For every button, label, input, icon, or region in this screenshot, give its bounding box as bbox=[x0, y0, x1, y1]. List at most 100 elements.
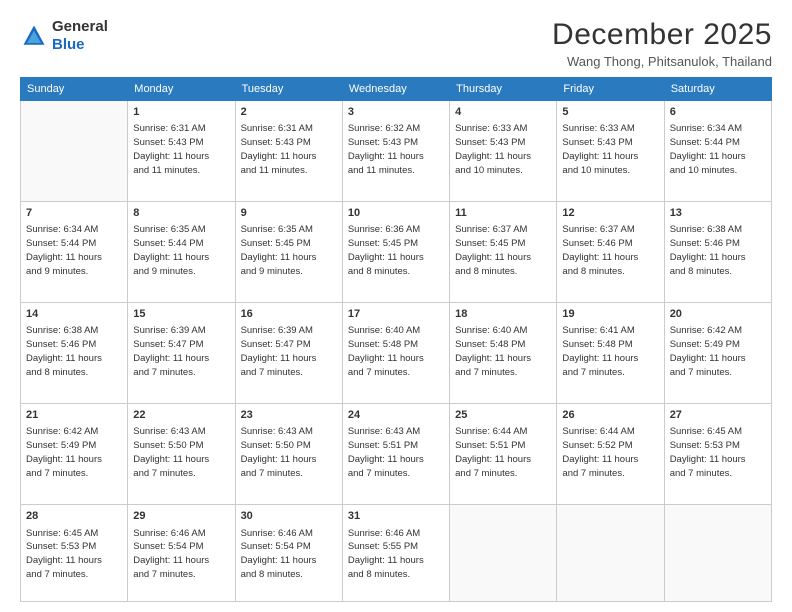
cell-text: Sunrise: 6:32 AMSunset: 5:43 PMDaylight:… bbox=[348, 122, 444, 177]
table-row: 9 Sunrise: 6:35 AMSunset: 5:45 PMDaylight… bbox=[235, 202, 342, 303]
day-number: 28 bbox=[26, 509, 122, 524]
day-number: 24 bbox=[348, 408, 444, 423]
day-number: 6 bbox=[670, 105, 766, 120]
table-row: 7 Sunrise: 6:34 AMSunset: 5:44 PMDaylight… bbox=[21, 202, 128, 303]
cell-text: Sunrise: 6:33 AMSunset: 5:43 PMDaylight:… bbox=[562, 122, 658, 177]
table-row: 12 Sunrise: 6:37 AMSunset: 5:46 PMDayligh… bbox=[557, 202, 664, 303]
day-number: 8 bbox=[133, 206, 229, 221]
cell-text: Sunrise: 6:42 AMSunset: 5:49 PMDaylight:… bbox=[26, 425, 122, 480]
col-friday: Friday bbox=[557, 78, 664, 101]
table-row bbox=[557, 505, 664, 602]
day-number: 26 bbox=[562, 408, 658, 423]
cell-text: Sunrise: 6:31 AMSunset: 5:43 PMDaylight:… bbox=[133, 122, 229, 177]
cell-text: Sunrise: 6:43 AMSunset: 5:50 PMDaylight:… bbox=[241, 425, 337, 480]
location: Wang Thong, Phitsanulok, Thailand bbox=[552, 54, 772, 69]
cell-text: Sunrise: 6:44 AMSunset: 5:51 PMDaylight:… bbox=[455, 425, 551, 480]
table-row bbox=[21, 101, 128, 202]
col-tuesday: Tuesday bbox=[235, 78, 342, 101]
table-row: 13Sunrise: 6:38 AMSunset: 5:46 PMDayligh… bbox=[664, 202, 771, 303]
cell-text: Sunrise: 6:43 AMSunset: 5:50 PMDaylight:… bbox=[133, 425, 229, 480]
header: General Blue December 2025 Wang Thong, P… bbox=[20, 18, 772, 69]
calendar-page: General Blue December 2025 Wang Thong, P… bbox=[0, 0, 792, 612]
logo-icon bbox=[20, 22, 48, 50]
day-number: 1 bbox=[133, 105, 229, 120]
day-number: 11 bbox=[455, 206, 551, 221]
cell-text: Sunrise: 6:33 AMSunset: 5:43 PMDaylight:… bbox=[455, 122, 551, 177]
day-number: 10 bbox=[348, 206, 444, 221]
cell-text: Sunrise: 6:37 AMSunset: 5:45 PMDaylight:… bbox=[455, 223, 551, 278]
cell-text: Sunrise: 6:46 AMSunset: 5:54 PMDaylight:… bbox=[241, 527, 337, 582]
table-row: 22 Sunrise: 6:43 AMSunset: 5:50 PMDayligh… bbox=[128, 404, 235, 505]
cell-text: Sunrise: 6:39 AMSunset: 5:47 PMDaylight:… bbox=[241, 324, 337, 379]
day-number: 18 bbox=[455, 307, 551, 322]
day-number: 23 bbox=[241, 408, 337, 423]
table-row: 28 Sunrise: 6:45 AMSunset: 5:53 PMDayligh… bbox=[21, 505, 128, 602]
cell-text: Sunrise: 6:45 AMSunset: 5:53 PMDaylight:… bbox=[26, 527, 122, 582]
day-number: 14 bbox=[26, 307, 122, 322]
day-number: 22 bbox=[133, 408, 229, 423]
table-row: 4 Sunrise: 6:33 AMSunset: 5:43 PMDaylight… bbox=[450, 101, 557, 202]
table-row: 24Sunrise: 6:43 AMSunset: 5:51 PMDayligh… bbox=[342, 404, 449, 505]
day-number: 3 bbox=[348, 105, 444, 120]
cell-text: Sunrise: 6:41 AMSunset: 5:48 PMDaylight:… bbox=[562, 324, 658, 379]
col-thursday: Thursday bbox=[450, 78, 557, 101]
day-number: 5 bbox=[562, 105, 658, 120]
table-row: 23 Sunrise: 6:43 AMSunset: 5:50 PMDayligh… bbox=[235, 404, 342, 505]
day-number: 13 bbox=[670, 206, 766, 221]
table-row: 8 Sunrise: 6:35 AMSunset: 5:44 PMDaylight… bbox=[128, 202, 235, 303]
logo-general-text: General bbox=[52, 18, 108, 35]
calendar-header-row: Sunday Monday Tuesday Wednesday Thursday… bbox=[21, 78, 772, 101]
cell-text: Sunrise: 6:46 AMSunset: 5:54 PMDaylight:… bbox=[133, 527, 229, 582]
day-number: 7 bbox=[26, 206, 122, 221]
day-number: 9 bbox=[241, 206, 337, 221]
day-number: 19 bbox=[562, 307, 658, 322]
table-row: 16 Sunrise: 6:39 AMSunset: 5:47 PMDayligh… bbox=[235, 303, 342, 404]
table-row: 2 Sunrise: 6:31 AMSunset: 5:43 PMDaylight… bbox=[235, 101, 342, 202]
cell-text: Sunrise: 6:31 AMSunset: 5:43 PMDaylight:… bbox=[241, 122, 337, 177]
day-number: 2 bbox=[241, 105, 337, 120]
day-number: 29 bbox=[133, 509, 229, 524]
table-row bbox=[450, 505, 557, 602]
day-number: 17 bbox=[348, 307, 444, 322]
day-number: 31 bbox=[348, 509, 444, 524]
table-row: 18Sunrise: 6:40 AMSunset: 5:48 PMDayligh… bbox=[450, 303, 557, 404]
cell-text: Sunrise: 6:35 AMSunset: 5:45 PMDaylight:… bbox=[241, 223, 337, 278]
table-row: 17 Sunrise: 6:40 AMSunset: 5:48 PMDayligh… bbox=[342, 303, 449, 404]
table-row: 19 Sunrise: 6:41 AMSunset: 5:48 PMDayligh… bbox=[557, 303, 664, 404]
day-number: 21 bbox=[26, 408, 122, 423]
table-row: 5 Sunrise: 6:33 AMSunset: 5:43 PMDaylight… bbox=[557, 101, 664, 202]
day-number: 25 bbox=[455, 408, 551, 423]
calendar-table: Sunday Monday Tuesday Wednesday Thursday… bbox=[20, 77, 772, 602]
cell-text: Sunrise: 6:36 AMSunset: 5:45 PMDaylight:… bbox=[348, 223, 444, 278]
day-number: 12 bbox=[562, 206, 658, 221]
day-number: 15 bbox=[133, 307, 229, 322]
cell-text: Sunrise: 6:45 AMSunset: 5:53 PMDaylight:… bbox=[670, 425, 766, 480]
col-wednesday: Wednesday bbox=[342, 78, 449, 101]
table-row: 31 Sunrise: 6:46 AMSunset: 5:55 PMDayligh… bbox=[342, 505, 449, 602]
table-row: 25 Sunrise: 6:44 AMSunset: 5:51 PMDayligh… bbox=[450, 404, 557, 505]
cell-text: Sunrise: 6:35 AMSunset: 5:44 PMDaylight:… bbox=[133, 223, 229, 278]
logo-blue-text: Blue bbox=[52, 36, 85, 53]
cell-text: Sunrise: 6:44 AMSunset: 5:52 PMDaylight:… bbox=[562, 425, 658, 480]
cell-text: Sunrise: 6:34 AMSunset: 5:44 PMDaylight:… bbox=[26, 223, 122, 278]
cell-text: Sunrise: 6:37 AMSunset: 5:46 PMDaylight:… bbox=[562, 223, 658, 278]
month-title: December 2025 bbox=[552, 18, 772, 52]
table-row: 29 Sunrise: 6:46 AMSunset: 5:54 PMDayligh… bbox=[128, 505, 235, 602]
table-row: 3 Sunrise: 6:32 AMSunset: 5:43 PMDaylight… bbox=[342, 101, 449, 202]
table-row: 10 Sunrise: 6:36 AMSunset: 5:45 PMDayligh… bbox=[342, 202, 449, 303]
day-number: 16 bbox=[241, 307, 337, 322]
table-row: 1 Sunrise: 6:31 AMSunset: 5:43 PMDaylight… bbox=[128, 101, 235, 202]
table-row: 27 Sunrise: 6:45 AMSunset: 5:53 PMDayligh… bbox=[664, 404, 771, 505]
table-row: 14Sunrise: 6:38 AMSunset: 5:46 PMDayligh… bbox=[21, 303, 128, 404]
day-number: 4 bbox=[455, 105, 551, 120]
col-monday: Monday bbox=[128, 78, 235, 101]
table-row: 21 Sunrise: 6:42 AMSunset: 5:49 PMDayligh… bbox=[21, 404, 128, 505]
logo: General Blue bbox=[20, 18, 108, 54]
table-row bbox=[664, 505, 771, 602]
table-row: 6Sunrise: 6:34 AMSunset: 5:44 PMDaylight… bbox=[664, 101, 771, 202]
cell-text: Sunrise: 6:46 AMSunset: 5:55 PMDaylight:… bbox=[348, 527, 444, 582]
cell-text: Sunrise: 6:40 AMSunset: 5:48 PMDaylight:… bbox=[348, 324, 444, 379]
day-number: 27 bbox=[670, 408, 766, 423]
table-row: 15Sunrise: 6:39 AMSunset: 5:47 PMDayligh… bbox=[128, 303, 235, 404]
title-block: December 2025 Wang Thong, Phitsanulok, T… bbox=[552, 18, 772, 69]
